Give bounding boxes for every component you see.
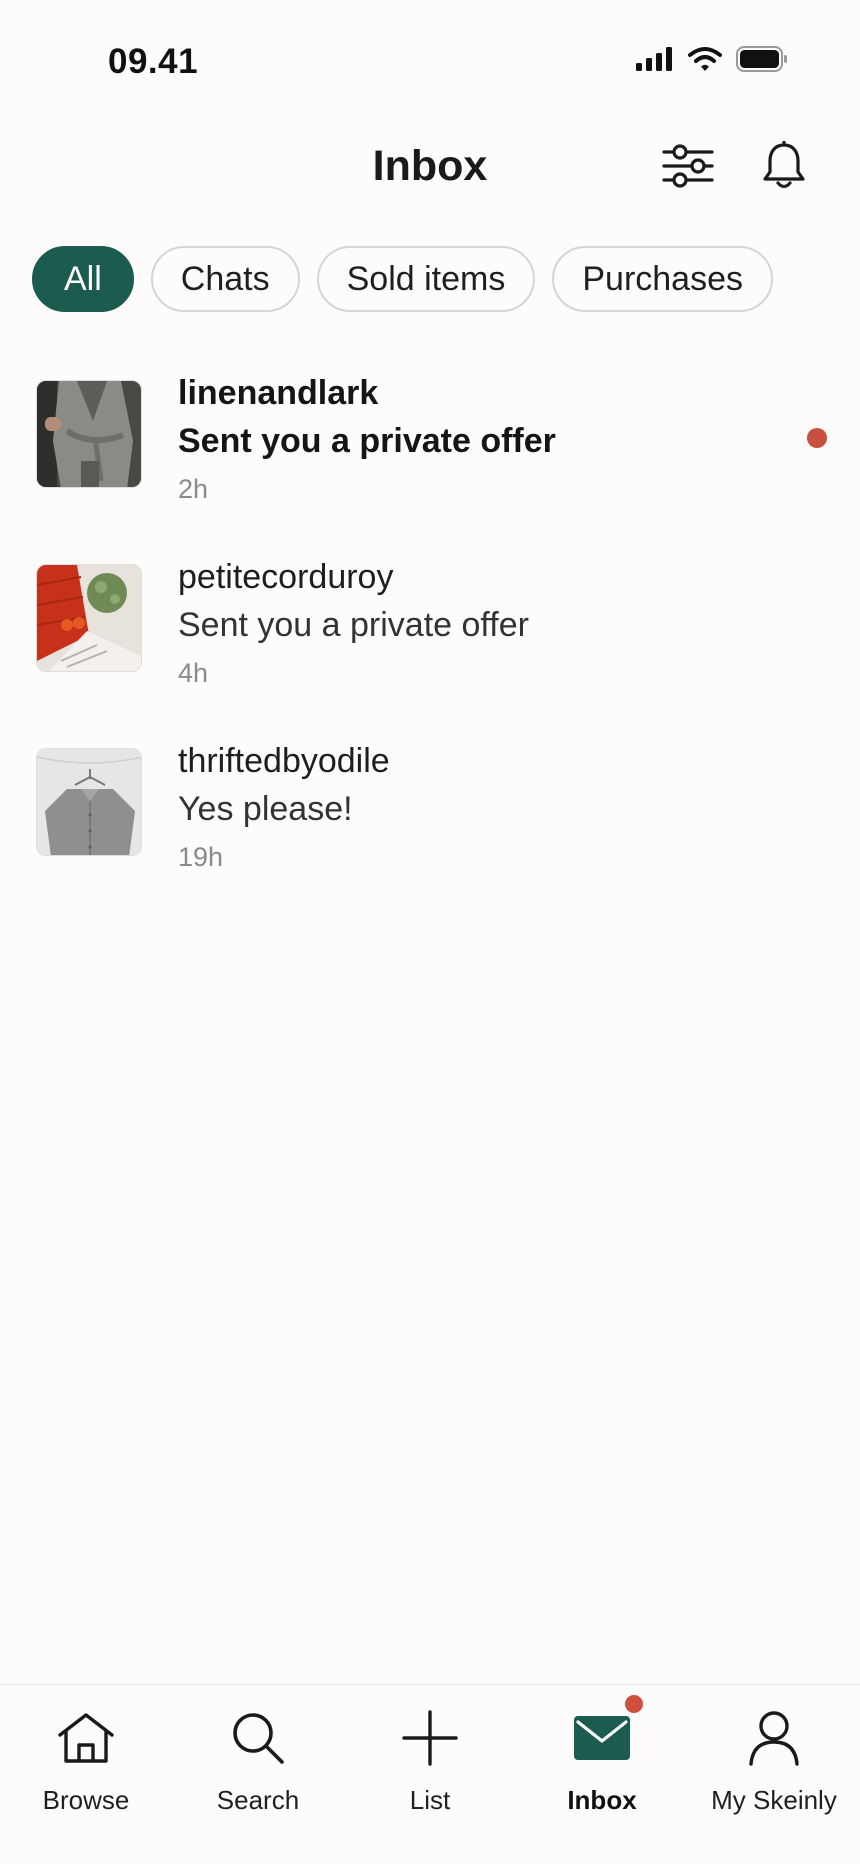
wifi-icon — [688, 46, 722, 72]
conversation-message: Sent you a private offer — [178, 606, 529, 644]
chip-purchases[interactable]: Purchases — [552, 246, 773, 312]
search-icon — [223, 1703, 293, 1773]
filter-button[interactable] — [656, 136, 720, 200]
nav-label: Search — [216, 1785, 300, 1815]
profile-icon — [739, 1703, 809, 1773]
chip-sold-items[interactable]: Sold items — [316, 246, 536, 312]
conversation-message: Yes please! — [178, 790, 353, 828]
conversation-time: 4h — [178, 658, 209, 688]
conversation-username: thriftedbyodile — [178, 742, 390, 780]
nav-inbox[interactable]: Inbox — [516, 1685, 688, 1864]
plus-icon — [395, 1703, 465, 1773]
filter-icon — [662, 143, 714, 193]
filter-chips: All Chats Sold items Purchases — [32, 246, 773, 312]
page-title: Inbox — [372, 142, 488, 190]
notifications-button[interactable] — [752, 136, 816, 200]
bottom-nav: Browse Search List Inbox My Skeinly — [0, 1684, 860, 1864]
conversation-item[interactable]: petitecorduroy Sent you a private offer … — [0, 554, 860, 738]
nav-list[interactable]: List — [344, 1685, 516, 1864]
conversation-list: linenandlark Sent you a private offer 2h… — [0, 370, 860, 922]
mail-icon — [567, 1703, 637, 1773]
listing-thumbnail — [36, 564, 142, 672]
nav-my-skeinly[interactable]: My Skeinly — [688, 1685, 860, 1864]
nav-label: Inbox — [567, 1785, 637, 1815]
nav-browse[interactable]: Browse — [0, 1685, 172, 1864]
status-icons — [636, 46, 788, 72]
listing-thumbnail — [36, 380, 142, 488]
chip-chats[interactable]: Chats — [150, 246, 300, 312]
nav-label: My Skeinly — [711, 1785, 837, 1815]
conversation-message: Sent you a private offer — [178, 422, 556, 460]
conversation-username: petitecorduroy — [178, 558, 394, 596]
battery-icon — [736, 46, 788, 72]
unread-indicator — [807, 428, 827, 448]
signal-icon — [636, 47, 674, 71]
chip-all[interactable]: All — [32, 246, 134, 312]
nav-search[interactable]: Search — [172, 1685, 344, 1864]
status-time: 09.41 — [108, 42, 199, 81]
conversation-time: 2h — [178, 474, 209, 504]
status-bar: 09.41 — [0, 0, 860, 120]
conversation-item[interactable]: linenandlark Sent you a private offer 2h — [0, 370, 860, 554]
inbox-badge — [623, 1693, 645, 1715]
bell-icon — [761, 139, 807, 196]
nav-label: Browse — [42, 1785, 130, 1815]
conversation-time: 19h — [178, 842, 224, 872]
nav-label: List — [409, 1785, 451, 1815]
conversation-item[interactable]: thriftedbyodile Yes please! 19h — [0, 738, 860, 922]
conversation-username: linenandlark — [178, 374, 379, 412]
header: Inbox — [0, 130, 860, 206]
home-icon — [51, 1703, 121, 1773]
listing-thumbnail — [36, 748, 142, 856]
